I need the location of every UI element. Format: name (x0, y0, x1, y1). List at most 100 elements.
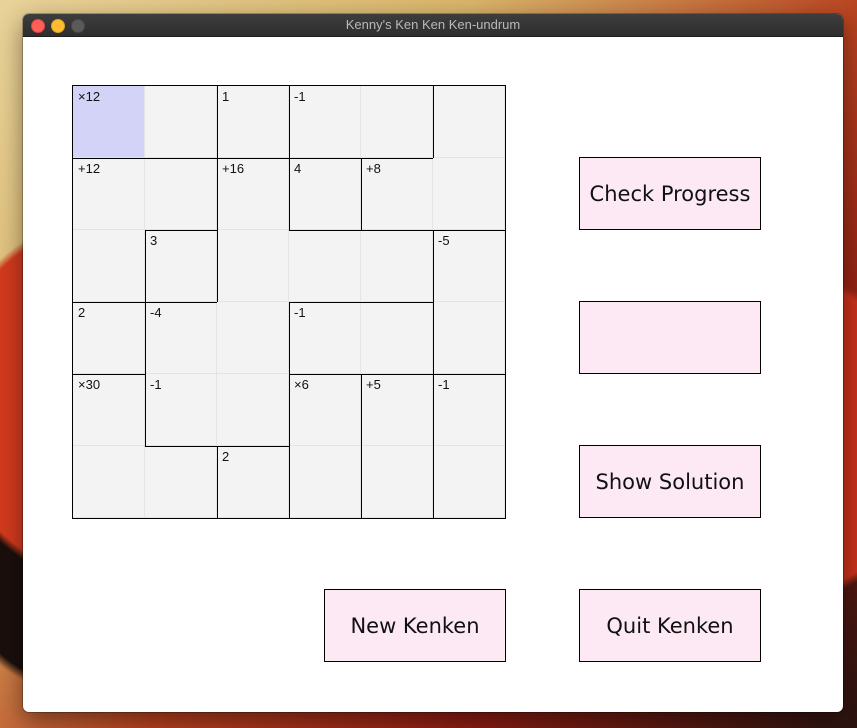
cell-r2c5[interactable]: +8 (361, 158, 433, 230)
cage-wall (289, 230, 361, 231)
cell-r3c4[interactable] (289, 230, 361, 302)
title-bar[interactable]: Kenny's Ken Ken Ken-undrum (23, 14, 843, 37)
cage-wall (361, 302, 433, 303)
cage-wall (361, 446, 362, 518)
cell-r2c3[interactable]: +16 (217, 158, 289, 230)
cage-clue: +8 (366, 161, 381, 176)
cell-r6c2[interactable] (145, 446, 217, 518)
cage-wall (217, 446, 289, 447)
cell-r5c3[interactable] (217, 374, 289, 446)
cage-wall (217, 230, 218, 302)
cell-r1c3[interactable]: 1 (217, 86, 289, 158)
cage-wall (361, 230, 433, 231)
cage-clue: ×12 (78, 89, 101, 104)
cage-wall (433, 86, 434, 158)
cell-r4c1[interactable]: 2 (73, 302, 145, 374)
cage-clue: +5 (366, 377, 381, 392)
cage-clue: +16 (222, 161, 245, 176)
new-kenken-button[interactable]: New Kenken (324, 589, 506, 662)
cage-clue: -1 (294, 305, 306, 320)
cell-r3c5[interactable] (361, 230, 433, 302)
cage-clue: 1 (222, 89, 230, 104)
cage-wall (289, 446, 290, 518)
cell-r3c3[interactable] (217, 230, 289, 302)
cage-clue: -1 (150, 377, 162, 392)
cage-wall (145, 230, 146, 302)
cage-wall (289, 158, 361, 159)
cell-r1c1[interactable]: ×12 (73, 86, 145, 158)
cage-wall (433, 374, 434, 446)
cage-clue: -1 (438, 377, 450, 392)
cell-r4c3[interactable] (217, 302, 289, 374)
cage-wall (145, 158, 217, 159)
cell-r2c1[interactable]: +12 (73, 158, 145, 230)
cage-wall (289, 374, 290, 446)
cell-r3c2[interactable]: 3 (145, 230, 217, 302)
cage-wall (361, 374, 433, 375)
cage-clue: 2 (78, 305, 86, 320)
cage-wall (361, 158, 362, 230)
cell-r3c1[interactable] (73, 230, 145, 302)
cell-r4c6[interactable] (433, 302, 505, 374)
cage-clue: -1 (294, 89, 306, 104)
cage-wall (145, 302, 217, 303)
cage-wall (73, 158, 145, 159)
cell-r5c5[interactable]: +5 (361, 374, 433, 446)
cell-r2c4[interactable]: 4 (289, 158, 361, 230)
cage-clue: 4 (294, 161, 302, 176)
cell-r4c4[interactable]: -1 (289, 302, 361, 374)
blank-button[interactable] (579, 301, 761, 374)
cage-clue: -5 (438, 233, 450, 248)
cell-r5c6[interactable]: -1 (433, 374, 505, 446)
cage-wall (73, 302, 145, 303)
cage-wall (433, 230, 505, 231)
cage-clue: ×6 (294, 377, 309, 392)
cell-r3c6[interactable]: -5 (433, 230, 505, 302)
show-solution-button[interactable]: Show Solution (579, 445, 761, 518)
cage-wall (217, 86, 218, 158)
cell-r6c3[interactable]: 2 (217, 446, 289, 518)
cell-r6c6[interactable] (433, 446, 505, 518)
cage-wall (217, 446, 218, 518)
cell-r2c6[interactable] (433, 158, 505, 230)
cell-r5c2[interactable]: -1 (145, 374, 217, 446)
cell-r1c4[interactable]: -1 (289, 86, 361, 158)
cage-wall (145, 302, 146, 374)
cage-wall (289, 158, 290, 230)
cage-wall (145, 230, 217, 231)
cage-clue: ×30 (78, 377, 101, 392)
check-progress-button[interactable]: Check Progress (579, 157, 761, 230)
cage-wall (433, 230, 434, 302)
cage-wall (433, 374, 505, 375)
quit-kenken-button[interactable]: Quit Kenken (579, 589, 761, 662)
cell-r1c2[interactable] (145, 86, 217, 158)
cage-wall (145, 374, 146, 446)
cell-r1c5[interactable] (361, 86, 433, 158)
cage-wall (289, 374, 361, 375)
cage-clue: -4 (150, 305, 162, 320)
cage-clue: 3 (150, 233, 158, 248)
cell-r6c1[interactable] (73, 446, 145, 518)
cage-wall (217, 158, 218, 230)
cage-wall (289, 302, 361, 303)
cage-clue: +12 (78, 161, 101, 176)
cell-r6c4[interactable] (289, 446, 361, 518)
cage-wall (145, 446, 217, 447)
cell-r4c5[interactable] (361, 302, 433, 374)
cage-clue: 2 (222, 449, 230, 464)
cage-wall (433, 446, 434, 518)
cage-wall (361, 374, 362, 446)
cage-wall (217, 158, 289, 159)
cell-r5c1[interactable]: ×30 (73, 374, 145, 446)
cell-r2c2[interactable] (145, 158, 217, 230)
cell-r4c2[interactable]: -4 (145, 302, 217, 374)
cage-wall (433, 302, 434, 374)
kenken-grid: ×12 1 -1 +12 +16 4 +8 3 -5 2 -4 -1 ×30 -… (72, 85, 506, 519)
cage-wall (289, 86, 290, 158)
cell-r5c4[interactable]: ×6 (289, 374, 361, 446)
cell-r6c5[interactable] (361, 446, 433, 518)
cage-wall (361, 158, 433, 159)
cage-wall (289, 302, 290, 374)
cell-r1c6[interactable] (433, 86, 505, 158)
cage-wall (73, 374, 145, 375)
